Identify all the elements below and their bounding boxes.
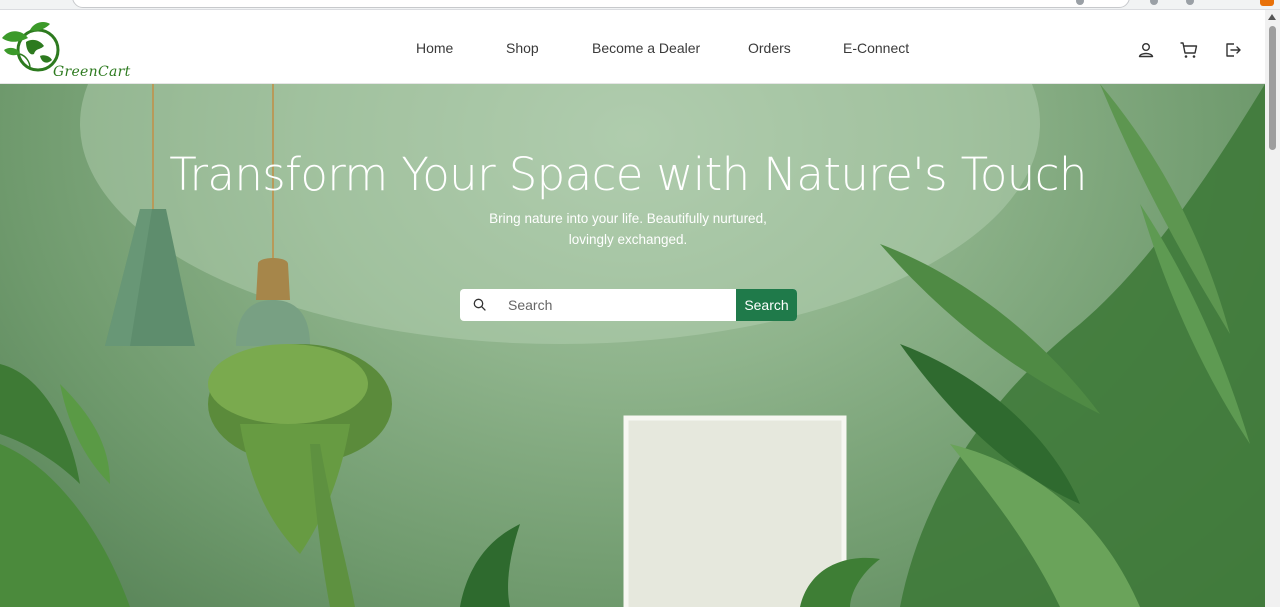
browser-address-field[interactable] <box>72 0 1130 8</box>
hero-subtitle: Bring nature into your life. Beautifully… <box>0 208 1256 250</box>
brand-name: GreenCart <box>53 64 131 80</box>
hero-subtitle-line-1: Bring nature into your life. Beautifully… <box>489 211 767 226</box>
nav-orders[interactable]: Orders <box>748 40 791 56</box>
brand-logo[interactable]: GreenCart <box>0 20 140 80</box>
hero-subtitle-line-2: lovingly exchanged. <box>568 232 688 247</box>
logout-icon[interactable] <box>1223 40 1243 60</box>
browser-address-bar-strip <box>0 0 1280 10</box>
browser-update-icon[interactable] <box>1260 0 1274 6</box>
search-bar: Search <box>460 289 797 321</box>
page-scrollbar[interactable] <box>1265 10 1280 607</box>
nav-e-connect[interactable]: E-Connect <box>843 40 909 56</box>
hero-title: Transform Your Space with Nature's Touch <box>169 148 1087 201</box>
nav-become-a-dealer[interactable]: Become a Dealer <box>592 40 700 56</box>
search-button[interactable]: Search <box>736 289 797 321</box>
user-icon[interactable] <box>1136 40 1156 60</box>
browser-menu-icon[interactable] <box>1150 0 1158 5</box>
browser-profile-icon[interactable] <box>1186 0 1194 5</box>
nav-shop[interactable]: Shop <box>506 40 539 56</box>
search-icon <box>472 297 488 313</box>
nav-home[interactable]: Home <box>416 40 453 56</box>
top-navbar: GreenCart Home Shop Become a Dealer Orde… <box>0 10 1265 84</box>
hero-banner: Transform Your Space with Nature's Touch… <box>0 84 1265 607</box>
scroll-up-arrow-icon[interactable] <box>1268 14 1276 20</box>
cart-icon[interactable] <box>1179 40 1199 60</box>
scroll-thumb[interactable] <box>1269 26 1276 150</box>
search-input[interactable] <box>500 289 735 321</box>
